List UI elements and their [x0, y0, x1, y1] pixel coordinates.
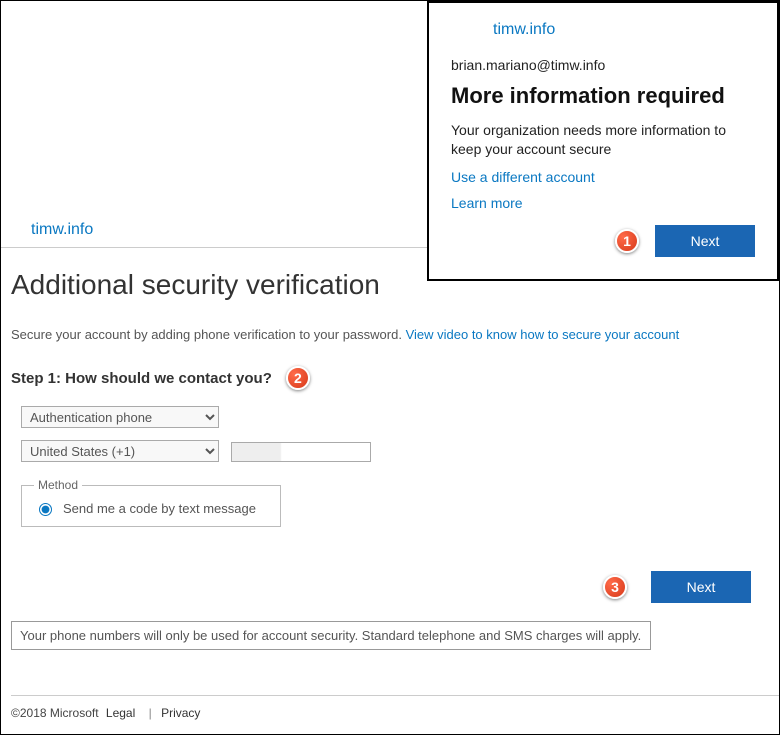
page-subtext: Secure your account by adding phone veri… [11, 327, 769, 342]
footer-copyright: ©2018 Microsoft [11, 706, 99, 720]
more-info-popup: timw.info brian.mariano@timw.info More i… [427, 1, 779, 281]
popup-next-button[interactable]: Next [655, 225, 755, 257]
popup-title: More information required [451, 83, 755, 109]
method-legend: Method [34, 478, 82, 492]
footer-legal-link[interactable]: Legal [106, 706, 135, 720]
country-code-select[interactable]: United States (+1) [21, 440, 219, 462]
phone-notice: Your phone numbers will only be used for… [11, 621, 651, 650]
method-radio-row[interactable]: Send me a code by text message [34, 500, 268, 516]
popup-description: Your organization needs more information… [451, 121, 755, 159]
use-different-account-link[interactable]: Use a different account [451, 169, 755, 185]
text-message-radio[interactable] [39, 503, 52, 516]
page-title: Additional security verification [11, 269, 769, 301]
main-next-button[interactable]: Next [651, 571, 751, 603]
view-video-link[interactable]: View video to know how to secure your ac… [406, 327, 680, 342]
step-1-label: Step 1: How should we contact you? [11, 370, 272, 387]
callout-badge-2: 2 [286, 366, 310, 390]
footer-privacy-link[interactable]: Privacy [161, 706, 200, 720]
account-email: brian.mariano@timw.info [451, 57, 755, 73]
subtext-static: Secure your account by adding phone veri… [11, 327, 406, 342]
footer-separator: | [149, 706, 152, 720]
contact-method-select[interactable]: Authentication phone [21, 406, 219, 428]
main-content: Additional security verification Secure … [11, 269, 769, 650]
text-message-radio-label: Send me a code by text message [63, 501, 256, 516]
brand-logo: timw.info [493, 21, 755, 39]
learn-more-link[interactable]: Learn more [451, 195, 755, 211]
method-fieldset: Method Send me a code by text message [21, 478, 281, 527]
page-footer: ©2018 Microsoft Legal | Privacy [11, 695, 779, 720]
phone-number-input[interactable] [231, 442, 371, 462]
brand-logo-bg: timw.info [31, 221, 93, 239]
callout-badge-1: 1 [615, 229, 639, 253]
callout-badge-3: 3 [603, 575, 627, 599]
